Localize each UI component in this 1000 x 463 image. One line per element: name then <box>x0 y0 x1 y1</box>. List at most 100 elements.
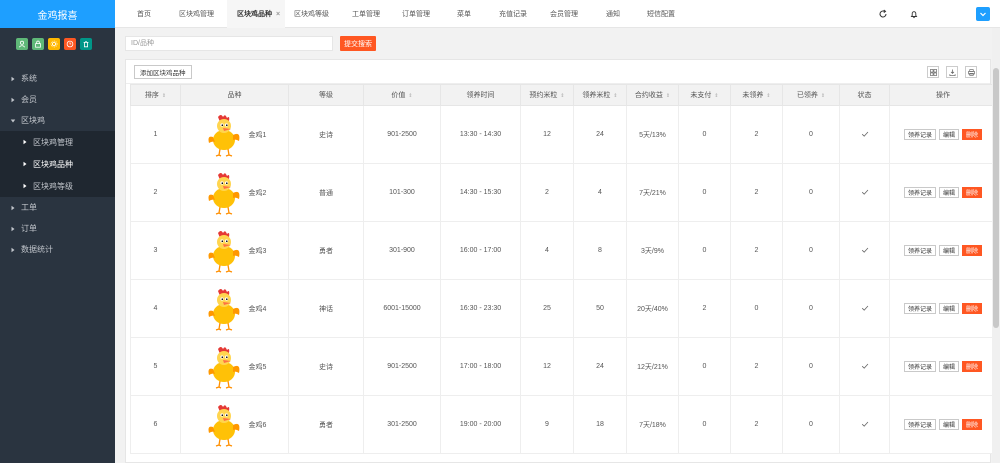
edit-button[interactable]: 编辑 <box>938 129 959 140</box>
tab-chicken-level[interactable]: 区块鸡等级 <box>294 0 329 28</box>
col-header-value[interactable]: 价值 ⇕ <box>363 84 441 106</box>
cell-adopted: 0 <box>782 279 840 338</box>
tab-workorder[interactable]: 工单管理 <box>352 0 380 28</box>
close-icon[interactable]: × <box>276 11 280 18</box>
sidebar-item-member[interactable]: 会员 <box>0 89 115 110</box>
edit-button[interactable]: 编辑 <box>938 419 959 430</box>
print-icon[interactable] <box>965 66 977 78</box>
adopt-record-button[interactable]: 领养记录 <box>903 303 936 314</box>
header-label: 等级 <box>319 92 333 99</box>
col-header-unpaid[interactable]: 未支付 ⇕ <box>678 84 731 106</box>
trash-icon[interactable] <box>80 38 92 50</box>
tab-order[interactable]: 订单管理 <box>402 0 430 28</box>
col-header-time: 领养时间 <box>440 84 521 106</box>
adopt-record-button[interactable]: 领养记录 <box>903 129 936 140</box>
sidebar-item-stats[interactable]: 数据统计 <box>0 239 115 260</box>
cell-actions: 领养记录 编辑 删除 <box>889 337 997 396</box>
clock-icon[interactable] <box>64 38 76 50</box>
edit-button[interactable]: 编辑 <box>938 245 959 256</box>
delete-button[interactable]: 删除 <box>962 361 983 372</box>
search-button[interactable]: 提交搜索 <box>340 36 376 51</box>
tab-sms-config[interactable]: 短信配置 <box>647 0 675 28</box>
lock-icon[interactable] <box>32 38 44 50</box>
tab-label: 通知 <box>606 11 620 18</box>
adopt-record-button[interactable]: 领养记录 <box>903 361 936 372</box>
edit-button[interactable]: 编辑 <box>938 187 959 198</box>
settings-icon[interactable] <box>48 38 60 50</box>
delete-button[interactable]: 删除 <box>962 419 983 430</box>
sort-icon[interactable]: ⇕ <box>821 93 825 99</box>
delete-button[interactable]: 删除 <box>962 129 983 140</box>
sort-icon[interactable]: ⇕ <box>766 93 770 99</box>
sidebar-item-label: 会员 <box>21 95 37 104</box>
columns-icon[interactable] <box>927 66 939 78</box>
cell-text: 901-2500 <box>387 131 417 138</box>
header-label: 未领养 <box>742 92 764 99</box>
cell-sort: 2 <box>130 163 181 222</box>
tab-chicken-manage[interactable]: 区块鸡管理 <box>179 0 214 28</box>
delete-button[interactable]: 删除 <box>962 187 983 198</box>
cell-text: 16:30 - 23:30 <box>459 305 502 312</box>
tab-bar: 首页 区块鸡管理 区块鸡品种 × 区块鸡等级 工单管理 订单管理 菜单 充值记录 … <box>115 0 1000 28</box>
search-input[interactable] <box>125 36 333 51</box>
cell-status <box>839 105 890 164</box>
col-header-unadopted[interactable]: 未领养 ⇕ <box>730 84 783 106</box>
user-icon[interactable] <box>16 38 28 50</box>
delete-button[interactable]: 删除 <box>962 303 983 314</box>
scrollbar[interactable] <box>992 28 1000 463</box>
tab-member[interactable]: 会员管理 <box>550 0 578 28</box>
adopt-record-button[interactable]: 领养记录 <box>903 187 936 198</box>
cell-adopt: 18 <box>573 395 627 454</box>
variety-name: 金鸡6 <box>248 421 267 429</box>
sidebar-item-chicken[interactable]: 区块鸡 <box>0 110 115 131</box>
edit-button[interactable]: 编辑 <box>938 303 959 314</box>
cell-text: 9 <box>545 421 549 428</box>
tab-label: 菜单 <box>457 11 471 18</box>
tab-label: 区块鸡管理 <box>179 11 214 18</box>
sidebar-item-workorder[interactable]: 工单 <box>0 197 115 218</box>
cell-text: 17:00 - 18:00 <box>459 363 502 370</box>
sort-icon[interactable]: ⇕ <box>666 93 670 99</box>
adopt-record-button[interactable]: 领养记录 <box>903 245 936 256</box>
caret-right-icon <box>22 182 30 190</box>
tab-menu[interactable]: 菜单 <box>457 0 471 28</box>
cell-reserve: 12 <box>520 337 574 396</box>
export-icon[interactable] <box>946 66 958 78</box>
cell-sort: 5 <box>130 337 181 396</box>
tab-chicken-variety[interactable]: 区块鸡品种 × <box>227 0 285 28</box>
add-variety-button[interactable]: 添加区块鸡品种 <box>134 65 192 79</box>
chevron-down-icon[interactable] <box>976 7 990 21</box>
col-header-adopt[interactable]: 领养米粒 ⇕ <box>573 84 627 106</box>
sidebar-item-system[interactable]: 系统 <box>0 68 115 89</box>
cell-text: 2 <box>754 131 759 138</box>
sidebar-subitem-chicken-manage[interactable]: 区块鸡管理 <box>0 131 115 153</box>
sidebar-subitem-chicken-level[interactable]: 区块鸡等级 <box>0 175 115 197</box>
sort-icon[interactable]: ⇕ <box>714 93 718 99</box>
adopt-record-button[interactable]: 领养记录 <box>903 419 936 430</box>
refresh-icon[interactable] <box>876 7 890 21</box>
sort-icon[interactable]: ⇕ <box>560 93 564 99</box>
edit-button[interactable]: 编辑 <box>938 361 959 372</box>
tab-label: 首页 <box>137 11 151 18</box>
brand-logo[interactable]: 金鸡报喜 <box>0 0 115 28</box>
tab-home[interactable]: 首页 <box>137 0 151 28</box>
cell-text: 3天/9% <box>641 247 664 255</box>
delete-button[interactable]: 删除 <box>962 245 983 256</box>
col-header-profit[interactable]: 合约收益 ⇕ <box>626 84 679 106</box>
col-header-sort[interactable]: 排序 ⇕ <box>130 84 181 106</box>
chicken-image <box>208 404 239 447</box>
col-header-adopted[interactable]: 已领养 ⇕ <box>782 84 840 106</box>
cell-adopt: 24 <box>573 105 627 164</box>
col-header-reserve[interactable]: 预约米粒 ⇕ <box>520 84 574 106</box>
tab-recharge[interactable]: 充值记录 <box>499 0 527 28</box>
cell-text: 0 <box>702 421 707 428</box>
check-icon <box>861 305 868 311</box>
tab-notice[interactable]: 通知 <box>606 0 620 28</box>
sort-icon[interactable]: ⇕ <box>162 93 166 99</box>
sidebar-item-order[interactable]: 订单 <box>0 218 115 239</box>
scrollbar-thumb[interactable] <box>993 68 999 328</box>
sidebar-subitem-chicken-variety[interactable]: 区块鸡品种 <box>0 153 115 175</box>
bell-icon[interactable] <box>907 7 921 21</box>
sort-icon[interactable]: ⇕ <box>613 93 617 99</box>
sort-icon[interactable]: ⇕ <box>408 93 412 99</box>
